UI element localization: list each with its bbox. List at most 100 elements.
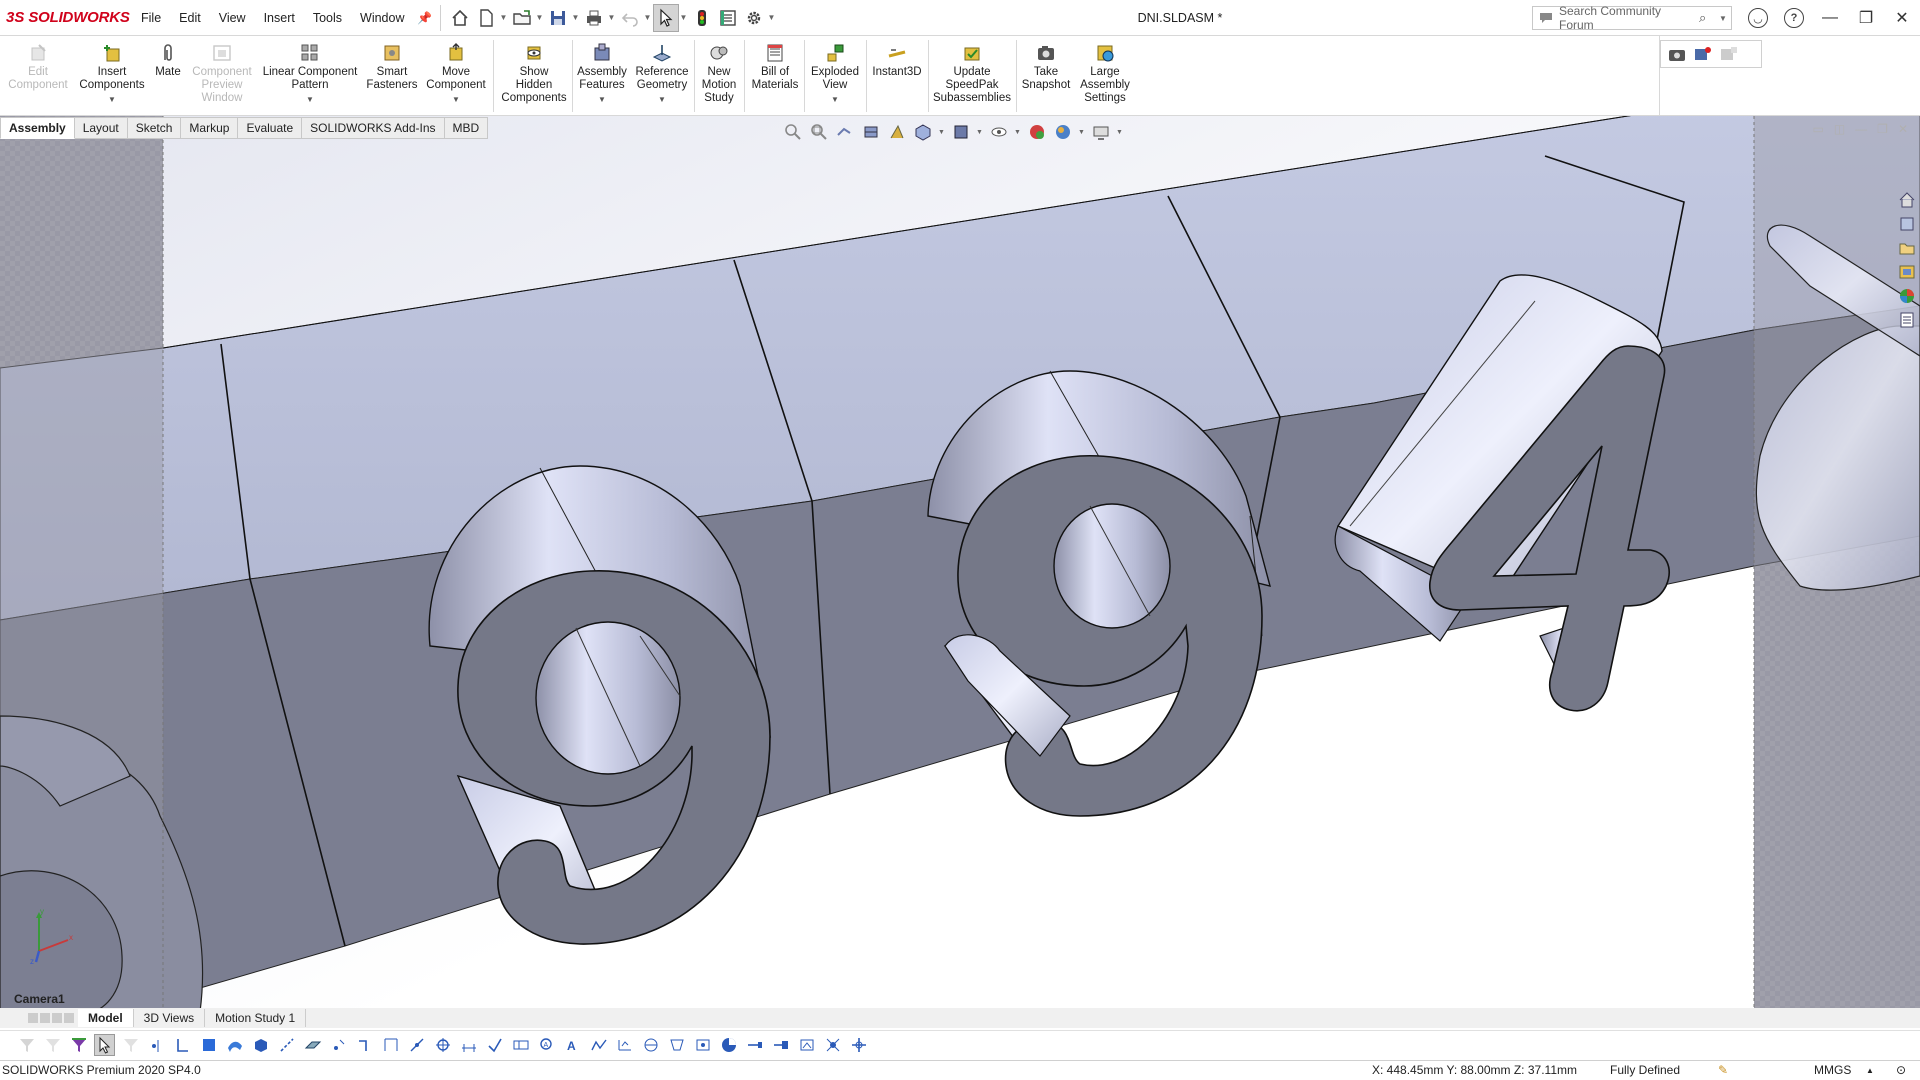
viewport-restore-icon[interactable]: ❐ — [1877, 122, 1888, 136]
exploded-view-button[interactable]: Exploded View ▼ — [806, 42, 864, 106]
viewport-tile-icon[interactable]: ▭ — [1812, 122, 1823, 136]
undo-icon[interactable] — [617, 4, 643, 32]
help-icon[interactable]: ? — [1776, 0, 1812, 36]
unit-system-dropdown-icon[interactable]: ▲ — [1866, 1066, 1874, 1075]
options-dropdown-icon[interactable]: ▼ — [767, 4, 777, 32]
display-style-icon[interactable] — [950, 121, 972, 143]
open-folder-icon[interactable] — [509, 4, 535, 32]
update-speedpak-button[interactable]: Update SpeedPak Subassemblies — [930, 42, 1014, 105]
new-dropdown-icon[interactable]: ▼ — [499, 4, 509, 32]
filter-surface-bodies-icon[interactable] — [224, 1034, 245, 1056]
view-palette-icon[interactable] — [1896, 262, 1918, 282]
save-icon[interactable] — [545, 4, 571, 32]
appearances-scenes-icon[interactable] — [1896, 286, 1918, 306]
next-tab-icon[interactable] — [52, 1013, 62, 1023]
apply-scene-icon[interactable] — [1052, 121, 1074, 143]
viewport-minimize-icon[interactable]: — — [1855, 122, 1867, 136]
rebuild-status-icon[interactable]: ✎ — [1718, 1063, 1728, 1077]
viewport-split-icon[interactable]: ◫ — [1834, 122, 1845, 136]
search-icon[interactable]: ⌕ — [1699, 10, 1719, 26]
filter-axes-icon[interactable] — [276, 1034, 297, 1056]
filter-edges-icon[interactable] — [172, 1034, 193, 1056]
tab-mbd[interactable]: MBD — [444, 117, 489, 139]
hide-show-dropdown-icon[interactable]: ▼ — [1014, 129, 1022, 136]
print-dropdown-icon[interactable]: ▼ — [607, 4, 617, 32]
filter-centerline-icon[interactable] — [432, 1034, 453, 1056]
design-library-icon[interactable] — [1896, 214, 1918, 234]
custom-properties-icon[interactable] — [1896, 310, 1918, 330]
insert-components-dropdown-icon[interactable]: ▼ — [108, 93, 116, 106]
show-hidden-components-button[interactable]: Show Hidden Components — [498, 42, 570, 105]
save-dropdown-icon[interactable]: ▼ — [571, 4, 581, 32]
reference-geometry-button[interactable]: Reference Geometry ▼ — [632, 42, 692, 106]
move-component-button[interactable]: Move Component ▼ — [422, 42, 490, 106]
linear-component-pattern-button[interactable]: Linear Component Pattern ▼ — [258, 42, 362, 106]
filter-vertices-icon[interactable] — [146, 1034, 167, 1056]
filter-faces-icon[interactable] — [198, 1034, 219, 1056]
filter-toggle-icon[interactable] — [16, 1034, 37, 1056]
menu-edit[interactable]: Edit — [170, 0, 210, 36]
tab-3d-views[interactable]: 3D Views — [134, 1009, 206, 1027]
new-document-icon[interactable] — [473, 4, 499, 32]
undo-dropdown-icon[interactable]: ▼ — [643, 4, 653, 32]
move-component-dropdown-icon[interactable]: ▼ — [452, 93, 460, 106]
previous-view-icon[interactable] — [834, 121, 856, 143]
search-dropdown-icon[interactable]: ▼ — [1719, 14, 1731, 23]
quick-tips-icon[interactable]: ⊙ — [1896, 1063, 1906, 1077]
filter-dowel-pin-icon[interactable] — [822, 1034, 843, 1056]
menu-file[interactable]: File — [132, 0, 170, 36]
tab-model[interactable]: Model — [78, 1009, 134, 1027]
filter-routing-points-icon[interactable] — [770, 1034, 791, 1056]
record-video-icon[interactable] — [1693, 45, 1713, 63]
dynamic-annotation-icon[interactable] — [886, 121, 908, 143]
file-properties-icon[interactable] — [715, 4, 741, 32]
filter-sketch-points-icon[interactable] — [328, 1034, 349, 1056]
restore-icon[interactable]: ❐ — [1848, 0, 1884, 36]
display-style-dropdown-icon[interactable]: ▼ — [976, 129, 984, 136]
assembly-features-button[interactable]: Assembly Features ▼ — [574, 42, 630, 106]
view-settings-dropdown-icon[interactable]: ▼ — [1116, 129, 1124, 136]
solidworks-logo[interactable]: 3S SOLIDWORKS — [0, 0, 132, 36]
assembly-features-dropdown-icon[interactable]: ▼ — [598, 93, 606, 106]
rebuild-traffic-light-icon[interactable] — [689, 4, 715, 32]
filter-solid-bodies-icon[interactable] — [250, 1034, 271, 1056]
previous-tab-icon[interactable] — [40, 1013, 50, 1023]
tab-motion-study-1[interactable]: Motion Study 1 — [205, 1009, 307, 1027]
component-preview-window-button[interactable]: Component Preview Window — [188, 42, 256, 105]
take-snapshot-button[interactable]: Take Snapshot — [1018, 42, 1074, 92]
search-box[interactable]: Search Community Forum ⌕ ▼ — [1532, 4, 1732, 32]
viewport-close-icon[interactable]: ✕ — [1898, 122, 1908, 136]
select-dropdown-icon[interactable]: ▼ — [679, 4, 689, 32]
filter-midpoints-icon[interactable] — [380, 1034, 401, 1056]
tab-markup[interactable]: Markup — [181, 117, 239, 139]
large-assembly-settings-button[interactable]: Large Assembly Settings — [1076, 42, 1134, 105]
filter-geometric-tolerances-icon[interactable] — [510, 1034, 531, 1056]
pin-menu-icon[interactable]: 📌 — [416, 0, 434, 36]
filter-planes-icon[interactable] — [302, 1034, 323, 1056]
zoom-to-area-icon[interactable] — [808, 121, 830, 143]
insert-components-button[interactable]: Insert Components ▼ — [76, 42, 148, 106]
stop-record-icon[interactable] — [1719, 45, 1739, 63]
filter-connection-points-icon[interactable] — [744, 1034, 765, 1056]
filter-notes-icon[interactable]: A — [536, 1034, 557, 1056]
view-orientation-dropdown-icon[interactable]: ▼ — [938, 129, 946, 136]
filter-sketch-segments-icon[interactable] — [354, 1034, 375, 1056]
options-gear-icon[interactable] — [741, 4, 767, 32]
filter-datum-features-icon[interactable] — [614, 1034, 635, 1056]
new-motion-study-button[interactable]: New Motion Study — [696, 42, 742, 105]
tab-evaluate[interactable]: Evaluate — [238, 117, 303, 139]
section-view-icon[interactable] — [860, 121, 882, 143]
filter-mate-references-icon[interactable] — [796, 1034, 817, 1056]
tab-sketch[interactable]: Sketch — [127, 117, 182, 139]
view-orientation-icon[interactable] — [912, 121, 934, 143]
exploded-view-dropdown-icon[interactable]: ▼ — [831, 93, 839, 106]
filter-center-marks-icon[interactable] — [406, 1034, 427, 1056]
smart-fasteners-button[interactable]: Smart Fasteners — [364, 42, 420, 92]
zoom-to-fit-icon[interactable] — [782, 121, 804, 143]
edit-component-button[interactable]: Edit Component — [6, 42, 70, 92]
user-account-icon[interactable]: ◡ — [1740, 0, 1776, 36]
instant3d-button[interactable]: Instant3D — [868, 42, 926, 79]
filter-weld-symbols-icon[interactable] — [588, 1034, 609, 1056]
reference-geometry-dropdown-icon[interactable]: ▼ — [658, 93, 666, 106]
search-input[interactable]: Search Community Forum — [1559, 4, 1699, 32]
